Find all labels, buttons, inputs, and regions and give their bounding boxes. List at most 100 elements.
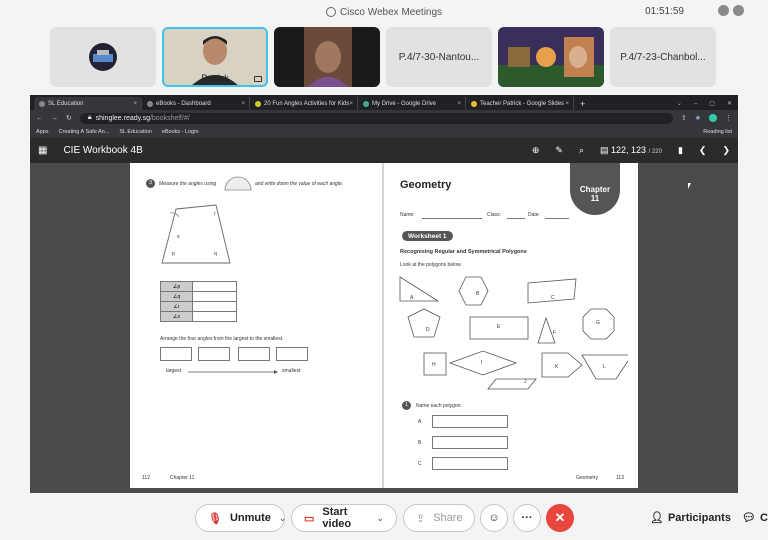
edit-icon[interactable]: ✎ bbox=[555, 145, 563, 156]
close-tab-icon[interactable]: × bbox=[349, 101, 353, 107]
shape-label: B bbox=[476, 291, 480, 297]
meeting-controls: 🎙︎ Unmute ⌄ ▭ Start video ⌄ ⇪ Share ☺ ··· ✕ 👤… bbox=[0, 500, 768, 540]
participant-tile-chanbol[interactable]: P.4/7-23-Chanbol... bbox=[610, 27, 716, 87]
close-tab-icon[interactable]: × bbox=[241, 101, 245, 107]
table-row: ∠r bbox=[160, 301, 237, 312]
leave-meeting-button[interactable]: ✕ bbox=[546, 504, 574, 532]
page-indicator[interactable]: ▤ 122, 123 / 220 bbox=[600, 145, 662, 156]
reactions-button[interactable]: ☺ bbox=[480, 504, 508, 532]
angle-table: ∠p ∠q ∠r ∠s bbox=[160, 281, 237, 322]
tab-label: SL Education bbox=[48, 100, 84, 107]
share-button[interactable]: ⇪ Share bbox=[403, 504, 475, 532]
instruction-b: and write down the value of each angle. bbox=[255, 181, 344, 187]
participant-tile-patrick[interactable]: Patrick bbox=[162, 27, 268, 87]
answer-cell[interactable] bbox=[192, 291, 237, 302]
top-right-icons[interactable] bbox=[718, 5, 744, 16]
chevron-down-icon[interactable]: ⌄ bbox=[279, 513, 287, 524]
look-instruction: Look at the polygons below. bbox=[400, 262, 462, 268]
shape-j bbox=[487, 378, 537, 390]
back-icon[interactable]: ← bbox=[36, 115, 43, 122]
grid-menu-icon[interactable]: ▦ bbox=[38, 145, 47, 156]
bookmark-icon[interactable]: ▮ bbox=[678, 145, 683, 156]
tab-ebooks-dashboard[interactable]: eBooks - Dashboard × bbox=[142, 97, 250, 110]
participants-button[interactable]: 👤︎ Participants bbox=[650, 511, 731, 525]
participant-tile-nantou[interactable]: P.4/7-30-Nantou... bbox=[386, 27, 492, 87]
shape-d bbox=[407, 308, 441, 338]
bookmark-ebooks-login[interactable]: eBooks - Login bbox=[162, 129, 199, 135]
question-1-text: Name each polygon. bbox=[416, 403, 462, 409]
bookmarks-bar: Apps Creating A Safe An... SL Education … bbox=[30, 126, 738, 138]
shape-a bbox=[399, 276, 440, 302]
tab-favicon-icon bbox=[147, 100, 153, 107]
order-box-3[interactable] bbox=[238, 347, 270, 361]
order-box-1[interactable] bbox=[160, 347, 192, 361]
date-line[interactable] bbox=[545, 218, 569, 219]
url-path: /bookshelf/#/ bbox=[149, 114, 190, 122]
tab-search-icon[interactable]: ⌄ bbox=[677, 100, 682, 107]
participant-name: Patrick bbox=[201, 73, 229, 83]
answer-cell[interactable] bbox=[192, 281, 237, 292]
info-icon[interactable] bbox=[718, 5, 729, 16]
share-page-icon[interactable]: ⇪ bbox=[681, 114, 687, 122]
close-tab-icon[interactable]: × bbox=[565, 101, 569, 107]
close-icon: ✕ bbox=[554, 510, 566, 525]
quadrilateral-diagram bbox=[161, 204, 231, 264]
new-tab-button[interactable]: + bbox=[580, 97, 585, 110]
bookmark-star-icon[interactable]: ★ bbox=[695, 114, 701, 122]
forward-icon[interactable]: → bbox=[51, 115, 58, 122]
name-line[interactable] bbox=[422, 218, 482, 219]
participant-name: P.4/7-23-Chanbol... bbox=[620, 51, 706, 63]
participant-tile-game[interactable] bbox=[498, 27, 604, 87]
participant-tile-video[interactable] bbox=[274, 27, 380, 87]
signal-icon[interactable] bbox=[733, 5, 744, 16]
answer-cell[interactable] bbox=[192, 311, 237, 322]
search-icon[interactable]: ⌕ bbox=[579, 145, 584, 156]
worksheet-subtitle: Recognising Regular and Symmetrical Poly… bbox=[400, 249, 527, 255]
tab-angles-activities[interactable]: 20 Fun Angles Activities for Kids × bbox=[250, 97, 358, 110]
chat-button[interactable]: 💬︎Ch bbox=[742, 511, 768, 525]
angle-label: ∠q bbox=[160, 291, 193, 302]
order-box-4[interactable] bbox=[276, 347, 308, 361]
angle-label: ∠p bbox=[160, 281, 193, 292]
restore-icon[interactable]: ▢ bbox=[709, 100, 715, 107]
reading-list-button[interactable]: Reading list bbox=[703, 129, 732, 135]
reload-icon[interactable]: ↻ bbox=[66, 114, 72, 122]
arrange-instruction: Arrange the four angles from the largest… bbox=[160, 336, 284, 342]
url-bar[interactable]: 🔒︎ shinglee.ready.sg/bookshelf/#/ bbox=[79, 112, 673, 124]
menu-icon[interactable]: ⋮ bbox=[725, 114, 732, 122]
chevron-down-icon[interactable]: ⌄ bbox=[376, 513, 384, 524]
minimize-icon[interactable]: – bbox=[694, 101, 697, 107]
zoom-icon[interactable]: ⊕ bbox=[532, 145, 540, 156]
bookmark-sl-education[interactable]: SL Education bbox=[119, 129, 152, 135]
page-total: / 220 bbox=[648, 149, 662, 155]
bookmark-creating-safe[interactable]: Creating A Safe An... bbox=[59, 129, 110, 135]
label-q: q bbox=[214, 251, 217, 257]
next-page-icon[interactable]: ❯ bbox=[722, 145, 730, 156]
participant-tile-avatar[interactable] bbox=[50, 27, 156, 87]
prev-page-icon[interactable]: ❮ bbox=[699, 145, 707, 156]
answer-box-a[interactable] bbox=[432, 415, 508, 428]
answer-box-b[interactable] bbox=[432, 436, 508, 449]
unmute-button[interactable]: 🎙︎ Unmute ⌄ bbox=[195, 504, 287, 532]
class-line[interactable] bbox=[507, 218, 525, 219]
browser-tabs: SL Education × eBooks - Dashboard × 20 Fun… bbox=[30, 95, 738, 110]
tab-google-slides[interactable]: Teacher Patrick - Google Slides × bbox=[466, 97, 574, 110]
close-icon[interactable]: ✕ bbox=[727, 100, 732, 107]
tab-google-drive[interactable]: My Drive - Google Drive × bbox=[358, 97, 466, 110]
answer-cell[interactable] bbox=[192, 301, 237, 312]
footer-chapter: Chapter 11 bbox=[170, 475, 195, 481]
answer-box-c[interactable] bbox=[432, 457, 508, 470]
participant-video bbox=[274, 27, 380, 87]
tab-sl-education[interactable]: SL Education × bbox=[34, 97, 142, 110]
participant-strip: Patrick P.4/7-30-Nantou... P.4/7-23-Chan… bbox=[50, 27, 716, 87]
shape-label: A bbox=[410, 295, 414, 301]
close-tab-icon[interactable]: × bbox=[133, 101, 137, 107]
start-video-button[interactable]: ▭ Start video ⌄ bbox=[291, 504, 397, 532]
profile-icon[interactable] bbox=[709, 114, 717, 122]
order-box-2[interactable] bbox=[198, 347, 230, 361]
close-tab-icon[interactable]: × bbox=[457, 101, 461, 107]
bookmark-apps[interactable]: Apps bbox=[36, 129, 49, 135]
label-p: p bbox=[172, 251, 175, 257]
more-options-button[interactable]: ··· bbox=[513, 504, 541, 532]
chat-label: Ch bbox=[759, 511, 768, 524]
